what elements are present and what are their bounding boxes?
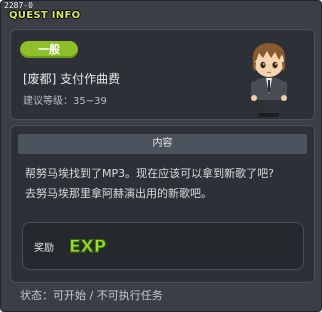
quest-description: 帮努马埃找到了MP3。现在应该可以拿到新歌了吧? 去努马埃那里拿阿赫演出用的新歌… — [25, 164, 309, 204]
quest-category-badge: 一般 — [20, 41, 78, 58]
content-header: 内容 — [18, 134, 307, 154]
quest-description-line: 帮努马埃找到了MP3。现在应该可以拿到新歌了吧? — [25, 167, 274, 180]
quest-info-window: 2287-0 QUEST INFO 一般 [废都] 支付作曲费 建议等级：35~… — [0, 0, 322, 312]
quest-description-line: 去努马埃那里拿阿赫演出用的新歌吧。 — [25, 187, 212, 200]
quest-status: 状态：可开始 / 不可执行任务 — [20, 289, 163, 302]
quest-id: 2287-0 — [4, 1, 33, 10]
reward-label: 奖励 — [34, 243, 54, 254]
window-title: QUEST INFO — [9, 10, 81, 21]
exp-icon-text: EXP — [69, 237, 106, 257]
quest-header-panel: 一般 [废都] 支付作曲费 建议等级：35~39 — [10, 29, 315, 120]
reward-box: 奖励 EXP — [22, 222, 304, 270]
quest-name: [废都] 支付作曲费 — [23, 72, 121, 86]
quest-content-panel: 内容 帮努马埃找到了MP3。现在应该可以拿到新歌了吧? 去努马埃那里拿阿赫演出用… — [10, 125, 315, 283]
exp-icon: EXP — [69, 237, 107, 258]
quest-recommended-level: 建议等级：35~39 — [23, 96, 107, 107]
npc-portrait — [251, 43, 287, 117]
